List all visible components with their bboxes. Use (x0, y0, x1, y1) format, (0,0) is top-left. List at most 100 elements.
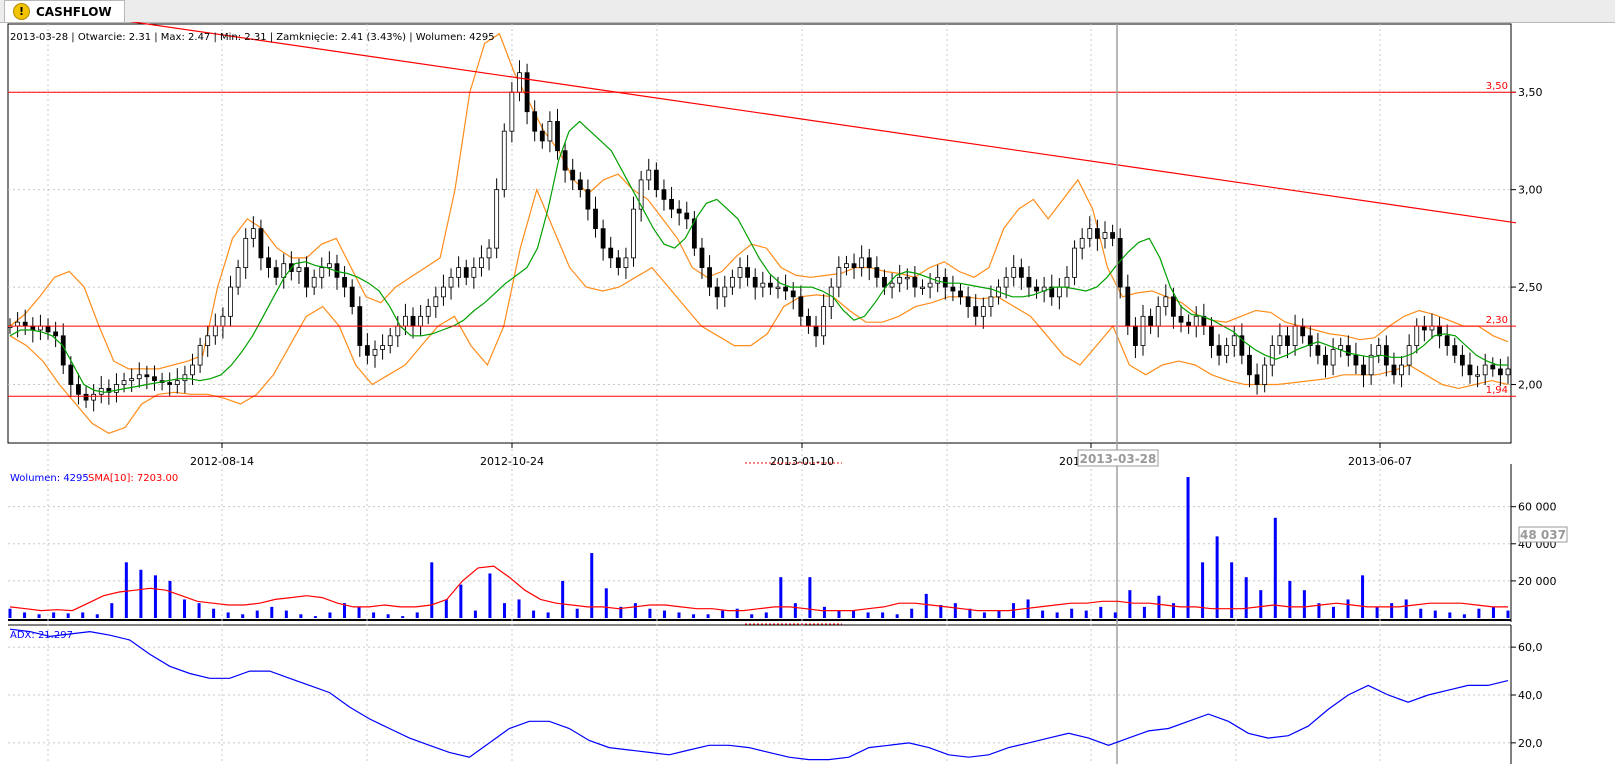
cursor-date-label: 2013-03-28 (1077, 449, 1159, 467)
candle-body (152, 376, 157, 382)
candle-body (1383, 345, 1389, 366)
candle-body (973, 306, 979, 317)
candle-body (539, 130, 545, 142)
candle-body (311, 276, 317, 288)
candle-body (167, 382, 173, 385)
candle-body (243, 237, 249, 269)
y-tick-label: 3,00 (1518, 184, 1543, 197)
adx-label: ADX: 21.297 (10, 630, 73, 641)
volume-bar (95, 614, 99, 618)
volume-bar (793, 603, 797, 618)
volume-bar (415, 612, 419, 618)
candle-body (874, 267, 880, 278)
volume-bar (604, 588, 608, 618)
candle-body (745, 267, 750, 278)
volume-bar (1128, 590, 1132, 618)
volume-bars (8, 477, 1510, 618)
candle-body (1475, 374, 1480, 377)
volume-bar (517, 599, 521, 618)
candle-body (1452, 345, 1458, 356)
candle-body (91, 393, 97, 401)
volume-bar (1302, 590, 1306, 618)
volume-bar (982, 612, 986, 618)
volume-bar (1055, 612, 1059, 618)
volume-bar (23, 612, 27, 618)
candle-body (129, 378, 135, 382)
candle-body (547, 121, 553, 142)
volume-bar (488, 573, 492, 618)
volume-bar (66, 613, 70, 618)
candle-body (904, 276, 910, 280)
candle-body (980, 306, 986, 317)
volume-bar (1491, 606, 1495, 618)
candle-body (1209, 325, 1214, 346)
candle-body (1490, 364, 1496, 370)
panel-frames (7, 23, 1512, 764)
volume-cursor-value: 48 037 (1520, 528, 1566, 542)
candle-body (851, 263, 857, 269)
volume-bar (139, 569, 143, 618)
candle-body (1003, 276, 1009, 288)
volume-bar (255, 610, 259, 618)
volume-bar (1259, 590, 1263, 618)
candle-body (1459, 354, 1465, 366)
volume-bar (1142, 606, 1146, 618)
volume-label: Wolumen: 4295 (10, 473, 89, 484)
candle-body (752, 276, 758, 288)
candle-body (1026, 276, 1032, 288)
volume-bar (1273, 517, 1277, 618)
candle-body (76, 384, 81, 395)
candle-body (479, 257, 484, 269)
candle-body (669, 198, 674, 210)
candle-body (1034, 286, 1039, 292)
candle-body (965, 296, 971, 307)
volume-bar (881, 612, 885, 618)
volume-bar (575, 608, 579, 618)
candle-body (494, 189, 500, 249)
volume-bar (633, 603, 637, 618)
candle-body (1102, 232, 1108, 239)
candle-body (912, 276, 918, 288)
candle-body (1444, 335, 1450, 346)
tab-cashflow[interactable]: ! CASHFLOW (4, 0, 125, 22)
adx-y-axis: 60,0 40,0 20,0 (8, 641, 1543, 750)
candle-body (205, 335, 211, 346)
candle-body (615, 257, 621, 269)
volume-bar (284, 610, 288, 618)
candle-body (1247, 354, 1252, 376)
volume-bar (1477, 608, 1481, 618)
volume-bar (662, 610, 666, 618)
candle-body (1376, 345, 1382, 356)
candle-body (38, 325, 43, 331)
volume-bar (953, 603, 957, 618)
volume-bar (212, 608, 216, 618)
candle-body (950, 286, 956, 292)
candle-body (1064, 276, 1070, 288)
candle-body (1330, 349, 1336, 366)
volume-bar (1331, 606, 1335, 618)
volume-bar (1157, 595, 1161, 618)
volume-bar (386, 614, 390, 618)
ohlc-info-line: 2013-03-28 | Otwarcie: 2.31 | Max: 2.47 … (10, 32, 495, 43)
volume-bar (750, 614, 754, 618)
candle-body (866, 257, 872, 269)
candle-body (889, 282, 895, 288)
volume-bar (1346, 599, 1350, 618)
candle-body (349, 286, 355, 307)
volume-bar (1390, 603, 1394, 618)
x-tick-label: 2012-08-14 (190, 455, 254, 468)
candle-body (364, 345, 370, 356)
candle-body (1391, 364, 1397, 376)
tab-title: CASHFLOW (36, 4, 112, 19)
candle-body (593, 208, 598, 230)
candle-body (1018, 267, 1024, 278)
volume-bar (532, 610, 536, 618)
candle-body (661, 189, 667, 200)
chart-area[interactable]: 3,503,002,502,00 2012-08-14 2012-10-24 201… (0, 22, 1615, 764)
candle-body (897, 276, 903, 284)
candle-body (1482, 364, 1488, 376)
candle-body (45, 325, 51, 333)
volume-bar (706, 614, 710, 618)
volume-bar (81, 612, 85, 618)
candle-body (600, 228, 606, 249)
